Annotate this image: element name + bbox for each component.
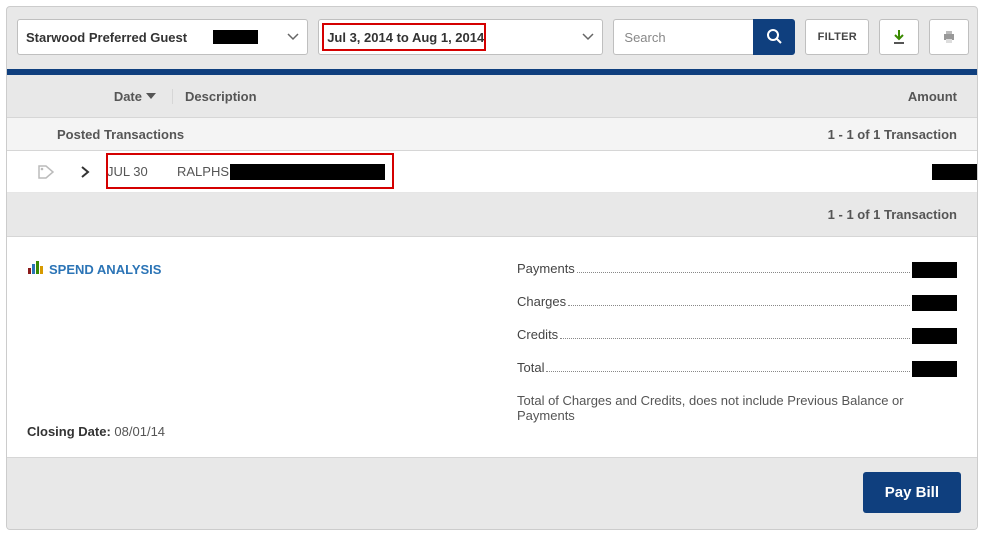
transaction-description: RALPHS	[177, 164, 385, 180]
summary-area: SPEND ANALYSIS Closing Date: 08/01/14 Pa…	[7, 237, 977, 457]
description-redacted	[230, 164, 385, 180]
closing-date: Closing Date: 08/01/14	[27, 424, 517, 439]
toolbar: Starwood Preferred Guest Jul 3, 2014 to …	[7, 7, 977, 69]
filter-button[interactable]: FILTER	[805, 19, 869, 55]
redacted-value	[912, 328, 957, 344]
pay-bill-button[interactable]: Pay Bill	[863, 472, 961, 513]
subheader-count: 1 - 1 of 1 Transaction	[828, 127, 977, 142]
date-range-label: Jul 3, 2014 to Aug 1, 2014	[327, 30, 484, 45]
redacted-value	[912, 295, 957, 311]
chevron-down-icon	[582, 33, 594, 41]
search-icon	[766, 28, 782, 47]
print-icon	[941, 29, 957, 45]
search-group	[613, 19, 795, 55]
account-dropdown[interactable]: Starwood Preferred Guest	[17, 19, 308, 55]
search-input[interactable]	[613, 19, 753, 55]
sort-desc-icon	[146, 93, 156, 99]
spend-analysis-link[interactable]: SPEND ANALYSIS	[27, 261, 517, 278]
transactions-panel: Starwood Preferred Guest Jul 3, 2014 to …	[6, 6, 978, 530]
summary-credits: Credits	[517, 327, 957, 342]
footer-count-row: 1 - 1 of 1 Transaction	[7, 193, 977, 237]
subheader-label: Posted Transactions	[7, 127, 184, 142]
expand-icon[interactable]	[80, 165, 90, 179]
account-number-redacted	[213, 30, 258, 44]
column-headers: Date Description Amount	[7, 75, 977, 117]
date-range-dropdown[interactable]: Jul 3, 2014 to Aug 1, 2014	[318, 19, 603, 55]
header-amount: Amount	[837, 89, 977, 104]
account-label: Starwood Preferred Guest	[26, 30, 187, 45]
bar-chart-icon	[27, 261, 43, 278]
header-date[interactable]: Date	[7, 89, 172, 104]
transaction-amount-redacted	[932, 164, 977, 180]
summary-total: Total	[517, 360, 957, 375]
summary-payments: Payments	[517, 261, 957, 276]
redacted-value	[912, 262, 957, 278]
download-icon	[892, 29, 906, 45]
transaction-row[interactable]: JUL 30 RALPHS	[7, 151, 977, 193]
summary-note: Total of Charges and Credits, does not i…	[517, 393, 957, 423]
chevron-down-icon	[287, 33, 299, 41]
print-button[interactable]	[929, 19, 969, 55]
search-button[interactable]	[753, 19, 795, 55]
download-button[interactable]	[879, 19, 919, 55]
footer-bar: Pay Bill	[7, 457, 977, 529]
summary-charges: Charges	[517, 294, 957, 309]
transaction-date: JUL 30	[107, 164, 177, 179]
header-description: Description	[172, 89, 837, 104]
redacted-value	[912, 361, 957, 377]
tag-icon[interactable]	[37, 164, 54, 180]
posted-transactions-subheader: Posted Transactions 1 - 1 of 1 Transacti…	[7, 117, 977, 151]
